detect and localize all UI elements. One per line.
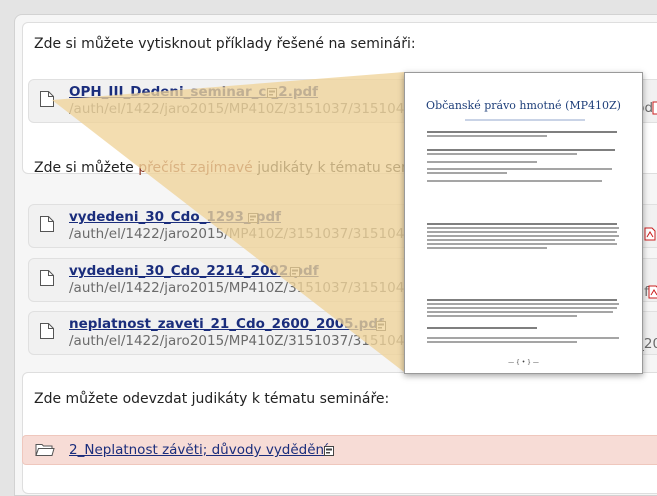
preview-text-line [427,303,619,305]
preview-text-line [427,180,602,182]
preview-text-line [427,235,619,237]
preview-text-line [427,135,547,137]
preview-text-line [427,307,617,309]
folder-link[interactable]: 2_Neplatnost závěti; důvody vydědění [69,442,328,458]
preview-title: Občanské právo hmotné (MP410Z) [426,99,621,112]
preview-text-line [427,223,617,225]
file-link[interactable]: OPH_III_Dedeni_seminar_c._2.pdf [69,84,318,100]
preview-text-line [427,327,537,329]
pdf-icon [648,285,657,299]
top-band [0,0,657,14]
pdf-icon [644,227,656,241]
file-link[interactable]: neplatnost_zaveti_21_Cdo_2600_2005.pdf [69,316,384,332]
file-icon [40,91,54,107]
preview-text-line [427,311,613,313]
pdf-icon [652,101,657,115]
feed-icon [290,267,300,277]
feed-icon [248,213,258,223]
preview-text-line [427,172,507,174]
preview-text-line [427,231,617,233]
preview-subtitle-line [465,119,585,121]
feed-icon [324,446,334,456]
file-path: /auth/el/1422/jaro2015/MP410Z/3151037/31… [69,101,405,117]
file-icon [40,216,54,232]
print-section-intro: Zde si můžete vytisknout příklady řešené… [34,36,416,52]
preview-text-line [427,153,577,155]
preview-footer: — { • } — [508,359,539,366]
preview-text-line [427,315,577,317]
preview-text-line [427,243,617,245]
preview-text-line [427,337,619,339]
folder-icon [35,444,55,456]
file-path: /auth/el/1422/jaro2015/MP410Z/3151037/31… [69,226,405,242]
preview-text-line [427,299,617,301]
submit-section-intro: Zde můžete odevzdat judikáty k tématu se… [34,391,390,407]
preview-text-line [427,168,612,170]
preview-text-line [427,227,619,229]
feed-icon [267,88,277,98]
preview-text-line [427,239,615,241]
file-link[interactable]: vydedeni_30_Cdo_2214_2002.pdf [69,263,319,279]
feed-icon [376,321,386,331]
folder-item[interactable]: 2_Neplatnost závěti; důvody vydědění [22,435,657,465]
file-icon [40,323,54,339]
preview-text-line [427,341,577,343]
file-icon [40,270,54,286]
preview-text-line [427,161,537,163]
preview-text-line [427,131,617,133]
file-path: /auth/el/1422/jaro2015/MP410Z/3151037/31… [69,280,405,296]
file-path: /auth/el/1422/jaro2015/MP410Z/3151037/31… [69,333,405,349]
preview-text-line [427,247,547,249]
read-section-intro: Zde si můžete přečíst zajímavé judikáty … [34,160,428,176]
preview-text-line [427,149,615,151]
document-preview: Občanské právo hmotné (MP410Z) — { • } — [404,72,643,374]
